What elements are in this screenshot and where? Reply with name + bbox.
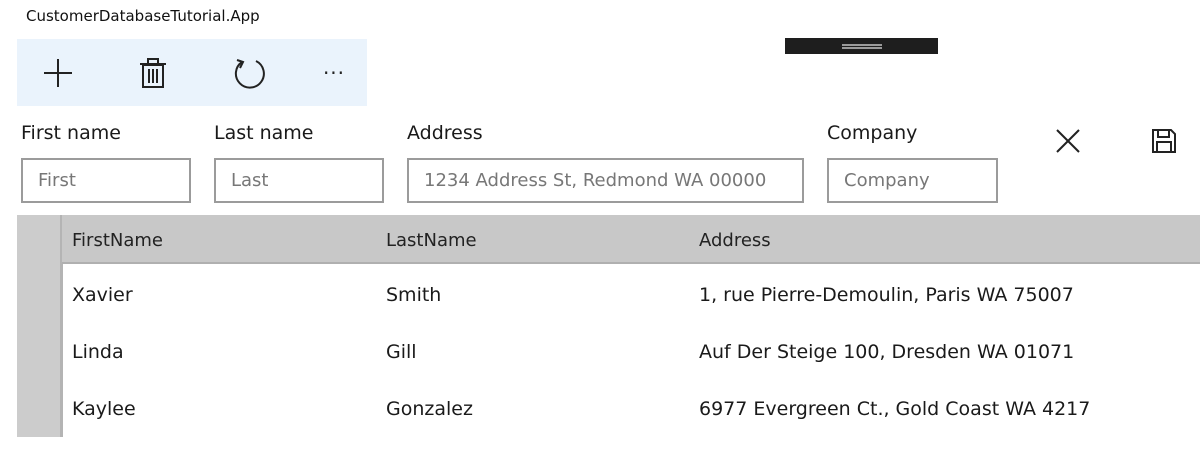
refresh-button[interactable] <box>230 55 270 91</box>
first-name-label: First name <box>21 122 121 144</box>
row-header-column <box>17 215 63 437</box>
plus-icon <box>44 59 72 87</box>
grip-line <box>842 47 882 49</box>
save-button[interactable] <box>1146 123 1182 159</box>
cell-address: Auf Der Steige 100, Dresden WA 01071 <box>699 341 1075 363</box>
save-icon <box>1152 129 1176 153</box>
cell-firstname: Xavier <box>72 284 133 306</box>
command-bar: ··· <box>17 39 367 106</box>
cell-lastname: Gonzalez <box>386 398 473 420</box>
more-icon: ··· <box>322 61 346 85</box>
trash-icon <box>140 58 166 88</box>
customer-data-grid: FirstName LastName Address Xavier Smith … <box>17 215 1200 437</box>
add-button[interactable] <box>38 55 78 91</box>
last-name-input[interactable] <box>214 158 384 203</box>
cell-lastname: Smith <box>386 284 442 306</box>
table-row[interactable]: Kaylee Gonzalez 6977 Evergreen Ct., Gold… <box>62 380 1200 437</box>
cell-address: 6977 Evergreen Ct., Gold Coast WA 4217 <box>699 398 1091 420</box>
cell-lastname: Gill <box>386 341 417 363</box>
app-title: CustomerDatabaseTutorial.App <box>26 7 260 25</box>
column-header-address[interactable]: Address <box>699 230 771 251</box>
cell-firstname: Kaylee <box>72 398 136 420</box>
more-button[interactable]: ··· <box>314 55 354 91</box>
refresh-icon <box>234 59 265 89</box>
table-row[interactable]: Linda Gill Auf Der Steige 100, Dresden W… <box>62 323 1200 380</box>
delete-button[interactable] <box>133 55 173 91</box>
table-row[interactable]: Xavier Smith 1, rue Pierre-Demoulin, Par… <box>62 266 1200 323</box>
close-icon <box>1056 129 1080 153</box>
address-label: Address <box>407 122 483 144</box>
grip-line <box>842 44 882 46</box>
first-name-input[interactable] <box>21 158 191 203</box>
last-name-label: Last name <box>214 122 314 144</box>
window-drag-handle[interactable] <box>785 38 938 54</box>
column-header-lastname[interactable]: LastName <box>386 230 477 251</box>
address-input[interactable] <box>407 158 804 203</box>
cell-address: 1, rue Pierre-Demoulin, Paris WA 75007 <box>699 284 1074 306</box>
cancel-button[interactable] <box>1050 123 1086 159</box>
cell-firstname: Linda <box>72 341 124 363</box>
column-header-firstname[interactable]: FirstName <box>72 230 163 251</box>
company-label: Company <box>827 122 918 144</box>
company-input[interactable] <box>827 158 998 203</box>
grid-header: FirstName LastName Address <box>62 215 1200 264</box>
